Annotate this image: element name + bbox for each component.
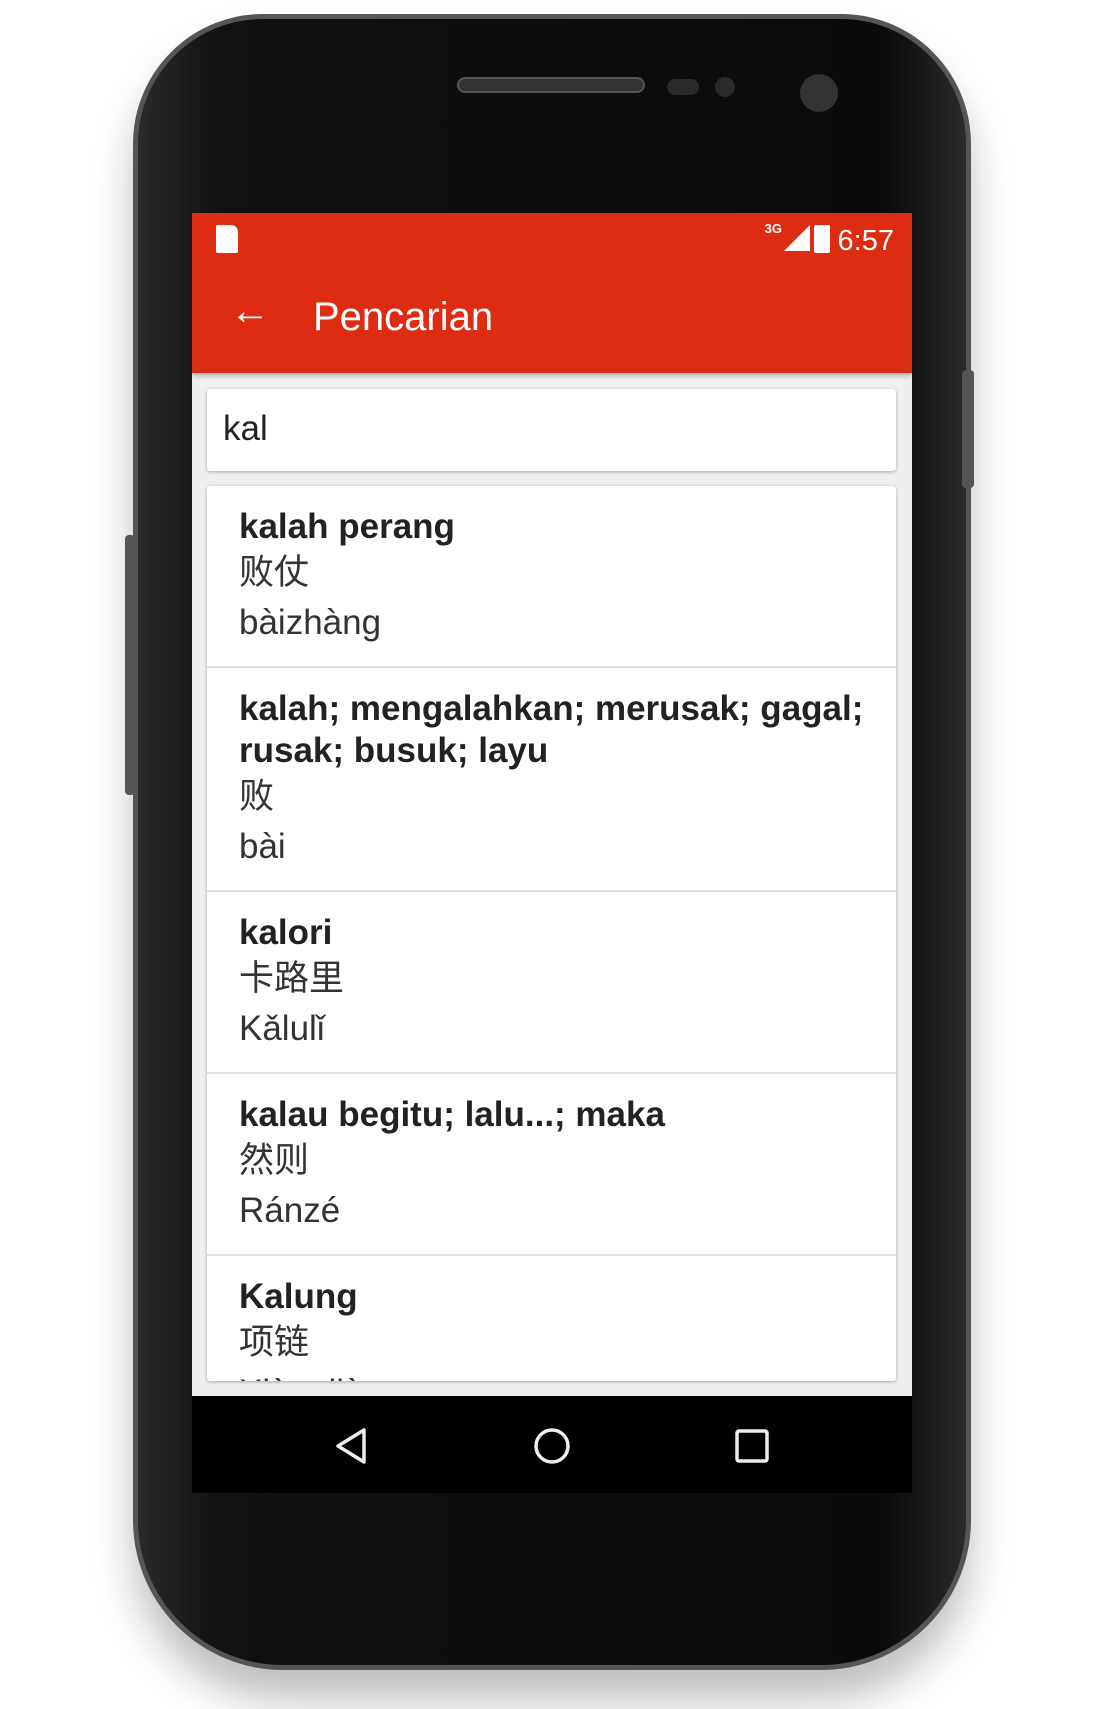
power-button bbox=[962, 370, 974, 488]
screen: 3G 6:57 ← Pencarian kal kalah perang 败仗 … bbox=[192, 213, 912, 1493]
pinyin: bàizhàng bbox=[239, 603, 382, 642]
pinyin: Ránzé bbox=[239, 1191, 341, 1230]
home-circle-icon[interactable] bbox=[532, 1426, 572, 1466]
page-title: Pencarian bbox=[313, 295, 494, 339]
navigation-bar bbox=[192, 1396, 912, 1493]
list-item[interactable]: kalau begitu; lalu...; maka 然则 Ránzé bbox=[207, 1074, 896, 1256]
proximity-sensor bbox=[667, 79, 699, 95]
list-item[interactable]: kalori 卡路里 Kǎlulǐ bbox=[207, 892, 896, 1074]
word: kalah; mengalahkan; merusak; gagal; rusa… bbox=[239, 689, 864, 770]
chinese: 败 bbox=[239, 777, 275, 816]
list-item[interactable]: kalah; mengalahkan; merusak; gagal; rusa… bbox=[207, 668, 896, 892]
app-bar: ← Pencarian bbox=[192, 267, 912, 373]
network-type: 3G bbox=[764, 221, 782, 236]
results-list[interactable]: kalah perang 败仗 bàizhàng kalah; mengalah… bbox=[207, 486, 896, 1381]
list-item[interactable]: Kalung 项链 Xiàngliàn bbox=[207, 1256, 896, 1381]
arrow-left-icon[interactable]: ← bbox=[230, 289, 270, 334]
back-triangle-icon[interactable] bbox=[332, 1426, 372, 1466]
signal-icon bbox=[784, 225, 810, 251]
word: kalah perang bbox=[239, 507, 455, 546]
word: kalau begitu; lalu...; maka bbox=[239, 1095, 665, 1134]
battery-charging-icon bbox=[814, 225, 830, 253]
chinese: 卡路里 bbox=[239, 959, 345, 998]
chinese: 项链 bbox=[239, 1323, 310, 1362]
word: kalori bbox=[239, 913, 333, 952]
volume-button bbox=[125, 535, 135, 795]
earpiece-speaker bbox=[457, 77, 645, 93]
search-input[interactable]: kal bbox=[207, 389, 896, 471]
recents-square-icon[interactable] bbox=[732, 1426, 772, 1466]
chinese: 然则 bbox=[239, 1141, 310, 1180]
status-bar: 3G 6:57 bbox=[192, 213, 912, 267]
list-item[interactable]: kalah perang 败仗 bàizhàng bbox=[207, 486, 896, 668]
pinyin: bài bbox=[239, 827, 286, 866]
front-camera bbox=[800, 74, 838, 112]
pinyin: Xiàngliàn bbox=[239, 1368, 864, 1381]
chinese: 败仗 bbox=[239, 553, 310, 592]
sd-card-icon bbox=[216, 225, 238, 253]
clock: 6:57 bbox=[837, 225, 894, 257]
light-sensor bbox=[715, 77, 735, 97]
pinyin: Kǎlulǐ bbox=[239, 1009, 325, 1048]
word: Kalung bbox=[239, 1277, 358, 1316]
